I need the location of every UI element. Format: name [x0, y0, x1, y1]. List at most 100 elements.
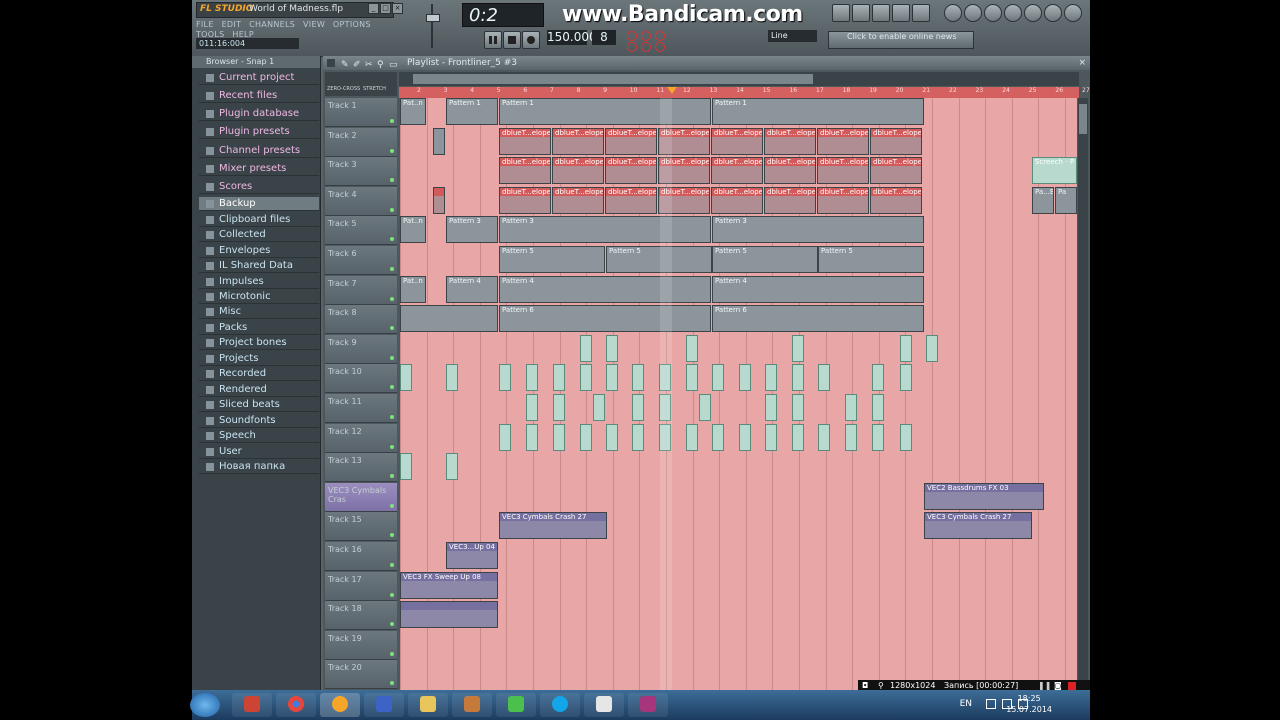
playlist-clip[interactable]: dblueT...elope	[870, 127, 922, 155]
track-mute-icon[interactable]	[390, 563, 394, 567]
playlist-clip[interactable]: Pattern 1	[712, 98, 924, 125]
playlist-clip[interactable]	[593, 394, 605, 421]
playlist-clip[interactable]: Pattern 6	[712, 305, 924, 333]
track-header[interactable]: Track 19	[325, 630, 397, 660]
playlist-clip[interactable]: dblueT...elope	[870, 157, 922, 185]
playlist-clip[interactable]	[739, 423, 751, 451]
playhead-marker[interactable]	[667, 87, 677, 94]
playlist-clip[interactable]: VEC3 Cymbals Crash 27	[924, 512, 1032, 540]
browser-item[interactable]: Mixer presets	[199, 162, 319, 176]
playlist-clip[interactable]: dblueT...elope	[817, 127, 869, 155]
taskbar-flstudio-icon[interactable]	[320, 693, 360, 717]
playlist-clip[interactable]	[712, 364, 724, 392]
playlist-clip[interactable]: Pattern 4	[499, 275, 711, 303]
language-indicator[interactable]: EN	[960, 699, 972, 709]
select-tool-icon[interactable]: ▭	[389, 58, 399, 70]
playlist-clip[interactable]: dblueT...elope	[764, 127, 816, 155]
undo-icon[interactable]	[964, 4, 982, 22]
vertical-scrollbar[interactable]	[1078, 98, 1088, 690]
playlist-clip[interactable]	[872, 423, 884, 451]
playlist-clip[interactable]: Pat..n 1	[400, 98, 426, 125]
playlist-clip[interactable]	[553, 364, 565, 392]
browser-item[interactable]: Misc	[199, 305, 319, 319]
playlist-clip[interactable]: Pattern 5	[712, 246, 818, 273]
playlist-clip[interactable]	[499, 364, 511, 392]
record-button[interactable]	[522, 31, 540, 49]
track-header[interactable]: Track 13	[325, 453, 397, 483]
playlist-clip[interactable]	[792, 364, 804, 392]
stop-button[interactable]	[503, 31, 521, 49]
render-icon[interactable]	[984, 4, 1002, 22]
playlist-clip[interactable]	[818, 423, 830, 451]
playlist-clip[interactable]	[632, 364, 644, 392]
browser-item[interactable]: Recent files	[199, 89, 319, 103]
playlist-clip[interactable]: VEC2 Bassdrums FX 03	[924, 482, 1044, 510]
taskbar-app-green-icon[interactable]	[496, 693, 536, 717]
playlist-clip[interactable]	[900, 334, 912, 362]
playlist-clip[interactable]: dblueT...elope	[764, 186, 816, 214]
track-header[interactable]: Track 9	[325, 334, 397, 364]
browser-item[interactable]: Rendered	[199, 383, 319, 397]
menu-options[interactable]: OPTIONS	[333, 20, 371, 29]
taskbar-folder-icon[interactable]	[408, 693, 448, 717]
playlist-clip[interactable]	[526, 394, 538, 421]
scroll-thumb[interactable]	[413, 74, 813, 84]
playlist-clip[interactable]	[446, 364, 458, 392]
track-header[interactable]: Track 15	[325, 512, 397, 542]
browser-item[interactable]: Sliced beats	[199, 398, 319, 412]
browser-item[interactable]: Clipboard files	[199, 213, 319, 227]
playlist-clip[interactable]	[686, 334, 698, 362]
taskbar-skype-icon[interactable]	[540, 693, 580, 717]
playlist-clip[interactable]	[765, 394, 777, 421]
taskbar-app-blue-icon[interactable]	[364, 693, 404, 717]
playlist-clip[interactable]	[900, 423, 912, 451]
playlist-clip[interactable]: Pattern 5	[606, 246, 712, 273]
playlist-clip[interactable]	[526, 423, 538, 451]
track-mute-icon[interactable]	[390, 296, 394, 301]
mixer-view-icon[interactable]	[892, 4, 910, 22]
browser-item[interactable]: Channel presets	[199, 144, 319, 158]
browser-item[interactable]: Scores	[199, 180, 319, 194]
pin-icon[interactable]	[1044, 4, 1062, 22]
start-button-icon[interactable]	[190, 693, 220, 717]
playlist-clip[interactable]	[400, 364, 412, 392]
playlist-clip[interactable]	[765, 364, 777, 392]
playlist-clip[interactable]	[872, 394, 884, 421]
track-mute-icon[interactable]	[390, 474, 394, 479]
playlist-clip[interactable]	[400, 453, 412, 481]
track-mute-icon[interactable]	[390, 119, 394, 123]
playlist-clip[interactable]	[739, 364, 751, 392]
playlist-clip[interactable]	[792, 423, 804, 451]
playlist-clip[interactable]	[900, 364, 912, 392]
network-icon[interactable]	[986, 699, 996, 709]
browser-item[interactable]: Soundfonts	[199, 414, 319, 428]
track-header[interactable]: Track 11	[325, 394, 397, 423]
tempo-display[interactable]: 150.000	[547, 30, 597, 45]
playlist-clip[interactable]: Pattern 5	[818, 246, 924, 273]
recorder-stop-icon[interactable]	[1068, 682, 1076, 690]
settings-icon[interactable]	[1004, 4, 1022, 22]
browser-item[interactable]: Plugin presets	[199, 125, 319, 139]
playlist-clip[interactable]	[792, 394, 804, 421]
track-mute-icon[interactable]	[390, 207, 394, 212]
track-header[interactable]: Track 3	[325, 157, 397, 187]
browser-item[interactable]: Plugin database	[199, 107, 319, 121]
taskbar-app-face-icon[interactable]	[452, 693, 492, 717]
playlist-clip[interactable]	[632, 394, 644, 421]
playlist-clip[interactable]	[606, 334, 618, 362]
track-header[interactable]: Track 10	[325, 364, 397, 394]
playlist-clip[interactable]: Pa...B	[1032, 186, 1054, 214]
piano-roll-view-icon[interactable]	[852, 4, 870, 22]
master-volume-slider[interactable]	[424, 4, 440, 48]
playlist-clip[interactable]	[792, 334, 804, 362]
playlist-clip[interactable]: Pattern 3	[446, 216, 498, 244]
playlist-clip[interactable]: VEC3 FX Sweep Up 08	[400, 571, 498, 599]
playlist-clip[interactable]: dblueT...elope	[711, 127, 763, 155]
playlist-clip[interactable]: Pattern 1	[446, 98, 498, 125]
snap-selector[interactable]: Line	[768, 30, 817, 42]
playlist-clip[interactable]	[580, 334, 592, 362]
playlist-clip[interactable]: Pattern 3	[499, 216, 711, 244]
track-header[interactable]: Track 1	[325, 98, 397, 127]
browser-item[interactable]: Microtonic	[199, 290, 319, 304]
search-icon[interactable]	[1064, 4, 1082, 22]
